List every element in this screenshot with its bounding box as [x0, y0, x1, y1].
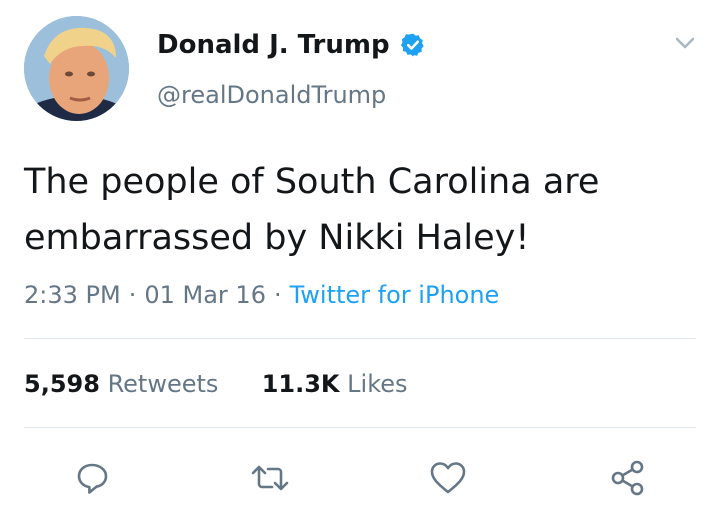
display-name-text: Donald J. Trump: [157, 30, 390, 60]
divider: [24, 427, 696, 428]
retweet-button[interactable]: [248, 456, 292, 500]
tweet-meta: 2:33 PM · 01 Mar 16 · Twitter for iPhone: [24, 279, 499, 311]
retweets-label: Retweets: [107, 370, 219, 398]
divider: [24, 338, 696, 339]
user-handle[interactable]: @realDonaldTrump: [157, 80, 386, 110]
share-button[interactable]: [606, 456, 650, 500]
tweet-card: Donald J. Trump @realDonaldTrump The peo…: [0, 0, 720, 529]
action-bar: [0, 456, 720, 500]
reply-button[interactable]: [70, 456, 114, 500]
share-icon: [611, 460, 644, 496]
avatar[interactable]: [24, 16, 129, 121]
verified-badge-icon: [400, 32, 426, 58]
retweets-count: 5,598: [24, 370, 100, 398]
retweet-icon: [251, 465, 289, 491]
display-name[interactable]: Donald J. Trump: [157, 28, 426, 62]
tweet-date[interactable]: 01 Mar 16: [144, 281, 266, 309]
retweets-stat[interactable]: 5,598 Retweets: [24, 370, 226, 398]
meta-separator: ·: [273, 281, 282, 309]
like-button[interactable]: [426, 456, 470, 500]
chevron-down-icon[interactable]: [670, 30, 700, 56]
likes-label: Likes: [347, 370, 408, 398]
tweet-time[interactable]: 2:33 PM: [24, 281, 121, 309]
heart-icon: [430, 462, 466, 494]
reply-icon: [77, 463, 108, 494]
tweet-source-link[interactable]: Twitter for iPhone: [290, 281, 500, 309]
likes-count: 11.3K: [261, 370, 340, 398]
meta-separator: ·: [128, 281, 137, 309]
avatar-image: [24, 16, 129, 121]
likes-stat[interactable]: 11.3K Likes: [254, 370, 408, 398]
tweet-stats: 5,598 Retweets 11.3K Likes: [24, 368, 408, 400]
tweet-text: The people of South Carolina are embarra…: [24, 162, 600, 258]
